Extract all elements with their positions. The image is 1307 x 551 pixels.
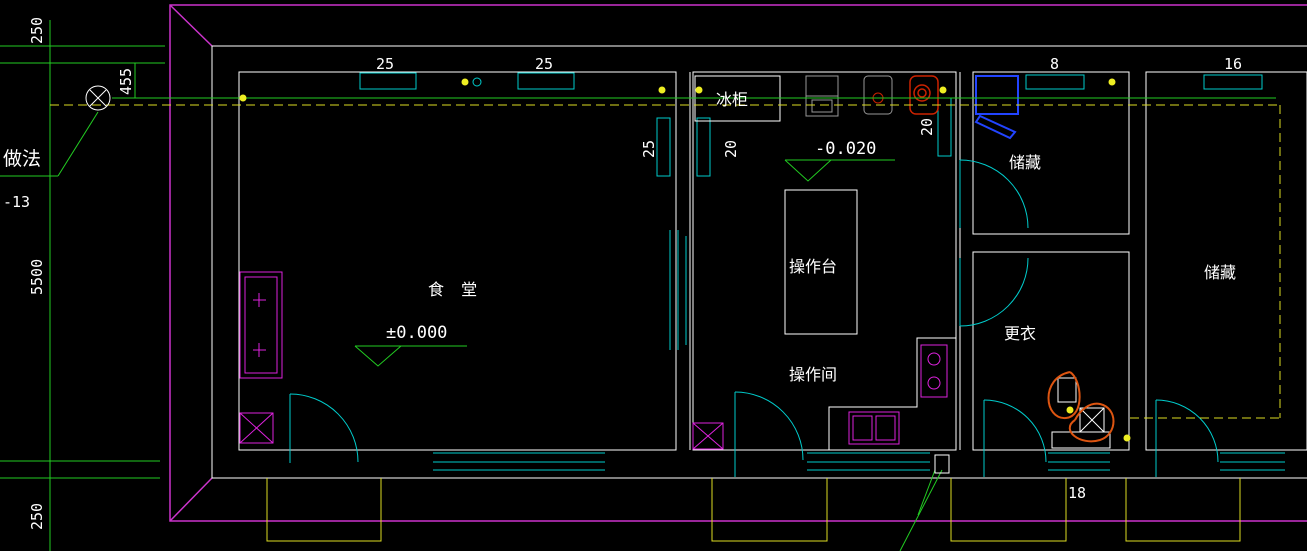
size-storage-top: 8: [1050, 55, 1059, 73]
size-dining-right: 25: [535, 55, 553, 73]
size-kitchen-right: 20: [918, 118, 936, 136]
door-changing: [959, 257, 1029, 327]
light-dining-right: [517, 72, 575, 90]
window-dining-bottom: [433, 452, 605, 471]
sink-double: [848, 411, 900, 445]
door-changing-bottom: [983, 399, 1047, 477]
dim-bottom-label: 250: [28, 503, 46, 530]
note-code-label: -13: [3, 193, 30, 211]
room-storage-small: 储藏: [1009, 153, 1041, 172]
level-dining: ±0.000: [386, 323, 447, 343]
size-bottom-mid: 18: [1068, 484, 1086, 502]
appliance-grey-1: [805, 75, 839, 117]
light-fixtures: [359, 72, 1263, 177]
door-kitchen: [734, 391, 804, 477]
blue-unit: [974, 75, 1019, 140]
counter-l: [828, 337, 956, 450]
floor-plan-drawing: 250 250 5500 455 做法 -13 25 25 25 20 20 8…: [0, 4, 1307, 551]
door-storage-large: [1155, 399, 1219, 477]
window-changing-bottom: [1048, 452, 1110, 471]
appliance-red: [909, 75, 939, 115]
window-storage-bottom: [1220, 452, 1285, 471]
light-dining-left: [359, 72, 417, 90]
room-changing: 更衣: [1004, 324, 1036, 343]
size-dining-left: 25: [376, 55, 394, 73]
window-kitchen-bottom: [807, 452, 930, 471]
room-counter: 操作台: [789, 257, 837, 276]
appliance-grey-2: [863, 75, 893, 115]
size-kitchen-wall: 20: [722, 140, 740, 158]
light-kitchen-right: [937, 97, 952, 157]
light-dim-label: 455: [117, 68, 135, 95]
light-dining-wall: [656, 117, 671, 177]
footings: [266, 478, 1241, 542]
changing-fixtures: [934, 371, 1115, 474]
sink-dining: [239, 412, 274, 444]
serving-counter: [239, 271, 283, 379]
walls: [211, 45, 1307, 479]
light-kitchen-wall: [696, 117, 711, 177]
window-partition: [669, 230, 687, 350]
size-right-top: 16: [1224, 55, 1242, 73]
kitchen-equipment: [239, 75, 1019, 450]
light-storage-top: [1025, 74, 1085, 90]
switch-points: [239, 78, 1131, 442]
note-label: 做法: [3, 148, 41, 170]
room-dining: 食 堂: [428, 280, 483, 299]
outer-wall: [169, 4, 1307, 522]
axis-lines: [50, 104, 1281, 419]
light-right-top: [1203, 74, 1263, 90]
dim-span-label: 5500: [28, 259, 46, 295]
wiring: [0, 20, 1276, 551]
sink-corner: [692, 422, 724, 450]
room-kitchen: 操作间: [789, 365, 837, 384]
level-kitchen: -0.020: [815, 139, 876, 159]
room-fridge: 冰柜: [716, 90, 748, 109]
stove: [920, 344, 948, 398]
room-storage-large: 储藏: [1204, 263, 1236, 282]
windows: [433, 230, 1285, 471]
doors: [289, 159, 1219, 477]
dim-top-label: 250: [28, 17, 46, 44]
size-dining-wall: 25: [640, 140, 658, 158]
door-dining: [289, 393, 359, 463]
